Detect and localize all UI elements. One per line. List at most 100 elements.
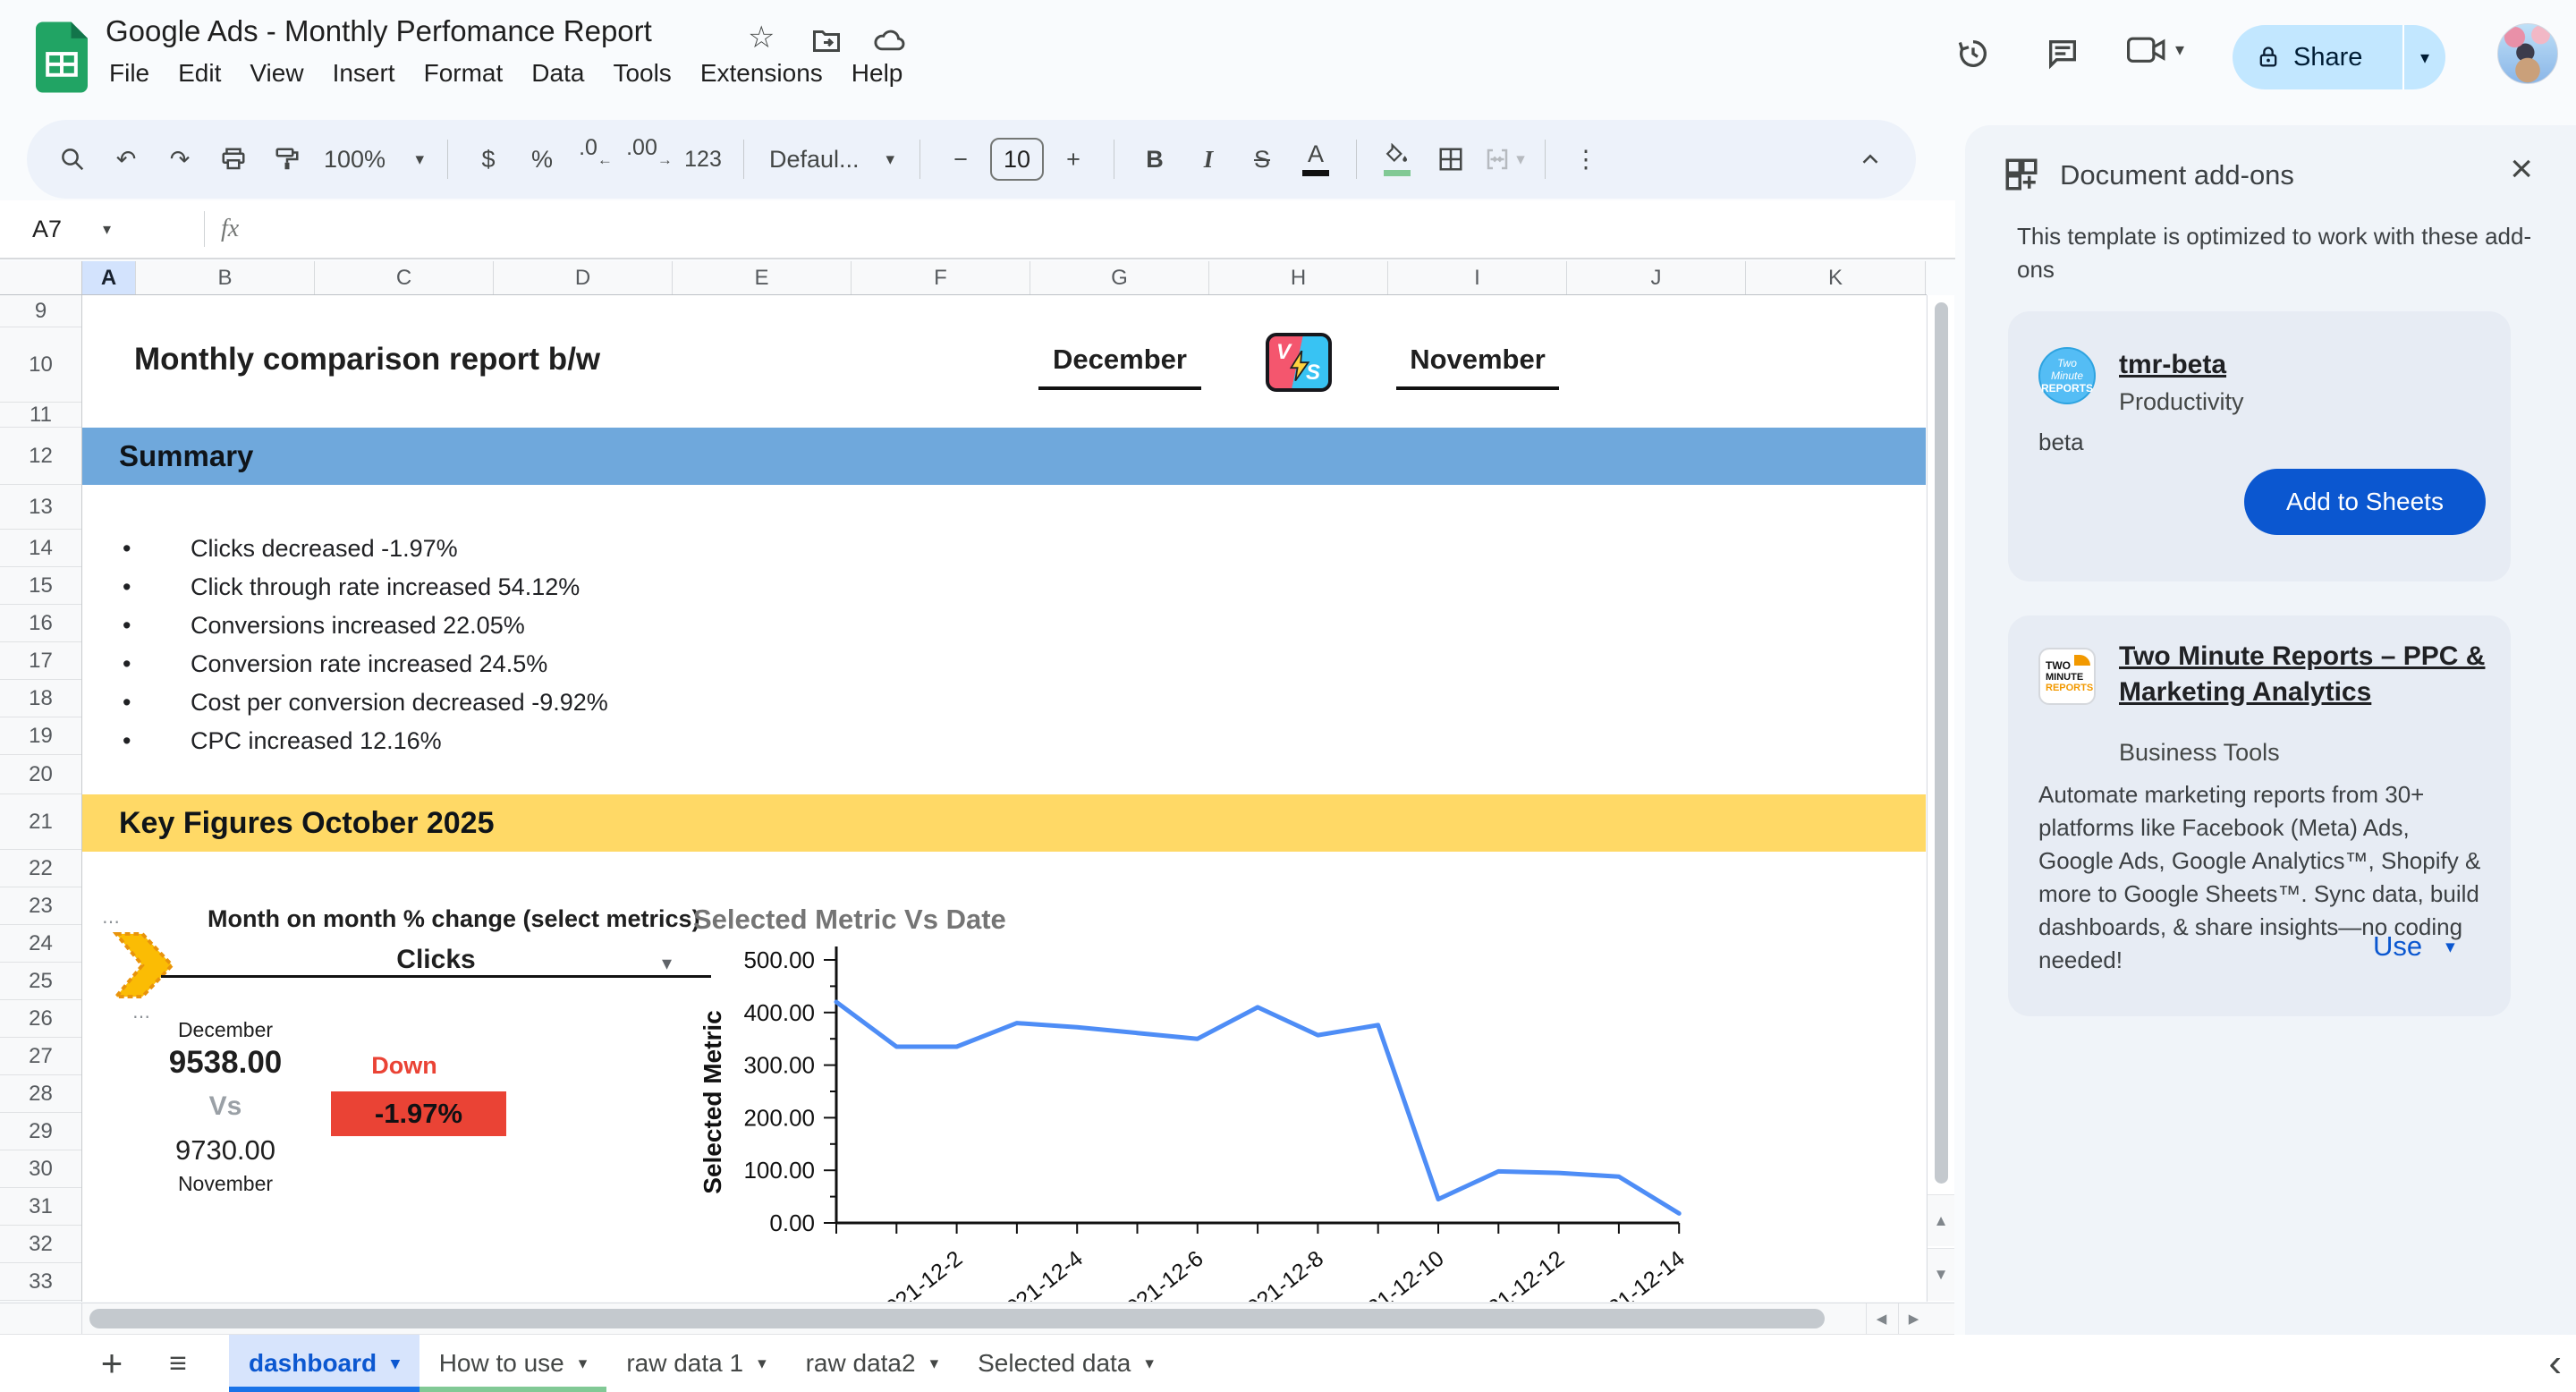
decrease-font-size-button[interactable]: − [936,135,985,183]
star-icon[interactable]: ☆ [748,20,775,55]
redo-button[interactable]: ↷ [156,135,204,183]
addon-name-link[interactable]: tmr-beta [2119,347,2244,383]
tab-raw-data2[interactable]: raw data2▾ [786,1335,959,1392]
row-header-13[interactable]: 13 [0,485,81,530]
sheets-logo-icon[interactable] [36,21,88,93]
row-header-21[interactable]: 21 [0,794,81,850]
more-options-icon[interactable]: ⋮ [1562,135,1610,183]
all-sheets-menu-icon[interactable]: ≡ [156,1346,200,1381]
row-header-16[interactable]: 16 [0,605,81,642]
decrease-decimals-button[interactable]: .0← [572,135,620,183]
menu-tools[interactable]: Tools [598,54,685,93]
row-header-14[interactable]: 14 [0,530,81,567]
share-dropdown-icon[interactable]: ▾ [2404,47,2445,69]
borders-button[interactable] [1427,135,1475,183]
addon-name-link[interactable]: Two Minute Reports – PPC & Marketing Ana… [2119,639,2486,710]
cloud-saved-icon[interactable] [873,27,907,53]
video-call-icon[interactable]: ▾ [2127,36,2184,64]
merge-cells-button[interactable]: ▾ [1480,135,1529,183]
row-header-31[interactable]: 31 [0,1188,81,1226]
column-header-g[interactable]: G [1030,261,1209,294]
column-header-b[interactable]: B [136,261,315,294]
version-history-icon[interactable] [1955,36,1991,72]
row-header-17[interactable]: 17 [0,642,81,680]
column-header-k[interactable]: K [1746,261,1926,294]
fill-color-button[interactable] [1373,135,1421,183]
column-header-a[interactable]: A [82,261,136,294]
hide-menus-button[interactable] [1846,135,1894,183]
undo-button[interactable]: ↶ [102,135,150,183]
menu-extensions[interactable]: Extensions [686,54,837,93]
text-color-button[interactable]: A [1292,135,1340,183]
row-header-33[interactable]: 33 [0,1263,81,1301]
menu-data[interactable]: Data [517,54,598,93]
scroll-right-button[interactable]: ▶ [1898,1303,1928,1334]
share-button[interactable]: Share ▾ [2233,25,2445,89]
chevron-down-icon[interactable]: ▾ [391,1354,400,1374]
strikethrough-button[interactable]: S [1238,135,1286,183]
use-button[interactable]: Use ▾ [2373,930,2455,963]
metric-dropdown[interactable]: Clicks [161,945,711,975]
menu-insert[interactable]: Insert [318,54,410,93]
font-select[interactable]: Defaul...▾ [760,135,903,183]
name-box[interactable]: A7 ▾ [0,216,188,243]
row-header-24[interactable]: 24 [0,925,81,963]
row-header-23[interactable]: 23 [0,887,81,925]
row-header-18[interactable]: 18 [0,680,81,717]
chevron-down-icon[interactable]: ▾ [579,1354,588,1374]
row-header-12[interactable]: 12 [0,428,81,485]
column-header-f[interactable]: F [852,261,1030,294]
line-chart[interactable]: 0.00100.00200.00300.00400.00500.00 2021-… [689,895,1887,1302]
italic-button[interactable]: I [1184,135,1233,183]
column-header-i[interactable]: I [1388,261,1567,294]
increase-font-size-button[interactable]: + [1049,135,1097,183]
folder-move-icon[interactable] [810,25,843,57]
tab-dashboard[interactable]: dashboard▾ [229,1335,419,1392]
row-header-19[interactable]: 19 [0,717,81,755]
select-all-corner[interactable] [0,261,82,294]
vertical-scrollbar-thumb[interactable] [1935,302,1948,1184]
menu-help[interactable]: Help [837,54,918,93]
tab-raw-data-1[interactable]: raw data 1▾ [606,1335,785,1392]
font-size-input[interactable]: 10 [990,138,1044,181]
menu-edit[interactable]: Edit [164,54,235,93]
chevron-down-icon[interactable]: ▾ [1145,1354,1154,1374]
add-sheet-button[interactable]: + [89,1337,134,1390]
paint-format-button[interactable] [263,135,311,183]
chevron-down-icon[interactable]: ▾ [758,1354,767,1374]
row-header-11[interactable]: 11 [0,403,81,428]
menu-format[interactable]: Format [410,54,518,93]
row-header-22[interactable]: 22 [0,850,81,887]
user-avatar[interactable] [2497,23,2558,84]
row-header-32[interactable]: 32 [0,1226,81,1263]
column-header-c[interactable]: C [315,261,494,294]
scroll-left-button[interactable]: ◀ [1866,1303,1896,1334]
spreadsheet-canvas[interactable]: Monthly comparison report b/w December V… [82,295,1926,1302]
row-header-27[interactable]: 27 [0,1038,81,1075]
row-header-25[interactable]: 25 [0,963,81,1000]
scroll-up-button[interactable]: ▲ [1928,1194,1954,1246]
row-header-9[interactable]: 9 [0,295,81,327]
comments-icon[interactable] [2045,36,2080,72]
bold-button[interactable]: B [1131,135,1179,183]
column-header-d[interactable]: D [494,261,673,294]
more-formats-button[interactable]: 123 [679,135,727,183]
row-header-10[interactable]: 10 [0,327,81,403]
search-icon[interactable] [48,135,97,183]
menu-view[interactable]: View [235,54,318,93]
chevron-down-icon[interactable]: ▾ [662,952,672,975]
menu-file[interactable]: File [95,54,164,93]
column-header-j[interactable]: J [1567,261,1746,294]
column-header-e[interactable]: E [673,261,852,294]
increase-decimals-button[interactable]: .00→ [625,135,674,183]
horizontal-scrollbar-thumb[interactable] [89,1309,1825,1328]
document-title[interactable]: Google Ads - Monthly Perfomance Report [106,14,652,48]
column-header-h[interactable]: H [1209,261,1388,294]
close-icon[interactable]: × [2510,147,2533,191]
row-header-26[interactable]: 26 [0,1000,81,1038]
add-to-sheets-button[interactable]: Add to Sheets [2244,469,2486,535]
format-percent-button[interactable]: % [518,135,566,183]
vertical-scrollbar[interactable]: ▲ ▼ [1927,295,1954,1302]
tab-selected-data[interactable]: Selected data▾ [958,1335,1174,1392]
tab-how-to-use[interactable]: How to use▾ [419,1335,607,1392]
